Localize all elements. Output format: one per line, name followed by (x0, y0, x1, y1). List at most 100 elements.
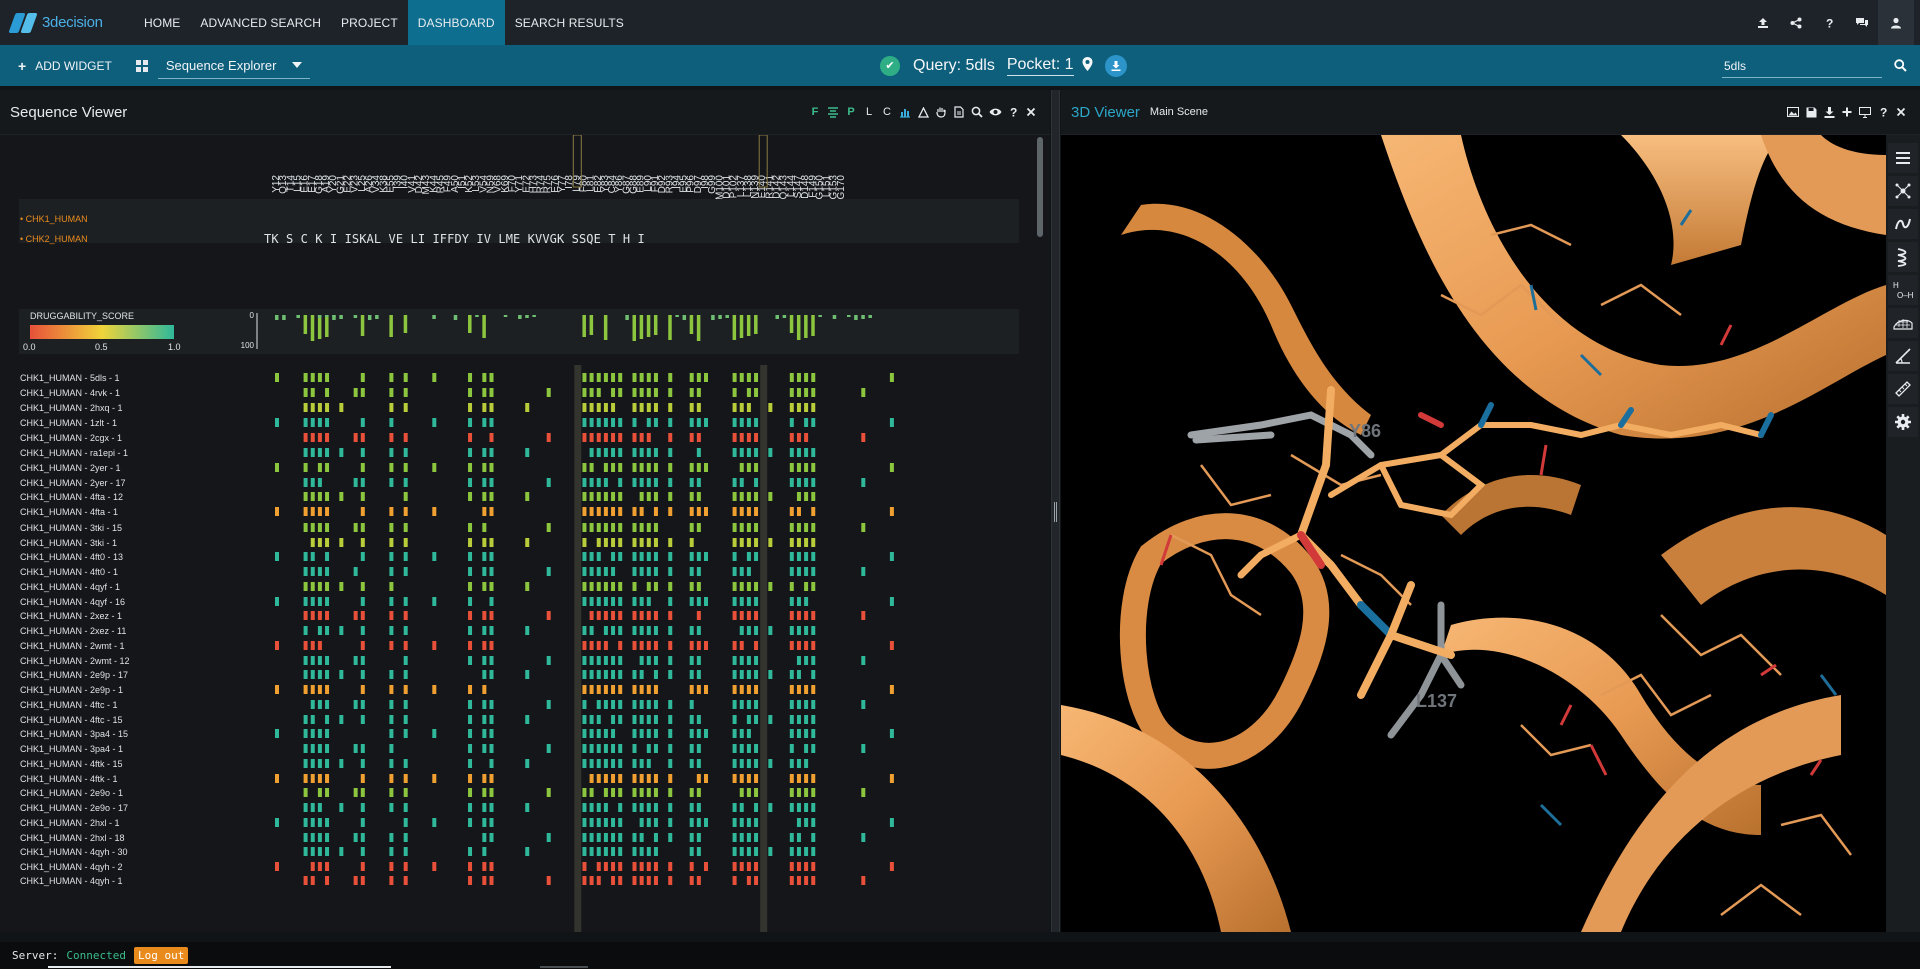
upload-icon[interactable] (1746, 0, 1779, 45)
delta-icon[interactable] (914, 103, 932, 121)
alignment-row-label[interactable]: CHK1_HUMAN - 3tki - 15 (20, 523, 122, 533)
nav-dashboard[interactable]: DASHBOARD (407, 0, 505, 45)
nav-project[interactable]: PROJECT (331, 0, 408, 45)
alignment-row-label[interactable]: CHK1_HUMAN - 2wmt - 1 (20, 641, 125, 651)
alignment-cell (861, 433, 866, 442)
align-center-icon[interactable] (824, 103, 842, 121)
eye-icon[interactable] (986, 103, 1004, 121)
save-icon[interactable] (1802, 103, 1820, 121)
share-icon[interactable] (1779, 0, 1812, 45)
alignment-row-label[interactable]: CHK1_HUMAN - 4qyf - 1 (20, 582, 120, 592)
tool-c[interactable]: C (878, 103, 896, 121)
alignment-row-label[interactable]: CHK1_HUMAN - 2yer - 1 (20, 463, 121, 473)
ruler-icon[interactable] (1888, 374, 1918, 404)
molecule-viewport[interactable]: Y86 L137 H O–H (1061, 135, 1920, 932)
map-pin-icon[interactable] (1082, 57, 1093, 74)
ribbon-icon[interactable] (1888, 209, 1918, 239)
alignment-cell (589, 403, 594, 412)
sequence-alignment-canvas[interactable]: Y12Q13T14L15E16E17G18A19Y20G21E22V23L25A… (0, 135, 1040, 932)
nav-advanced-search[interactable]: ADVANCED SEARCH (190, 0, 331, 45)
alignment-row-label[interactable]: CHK1_HUMAN - 2xez - 11 (20, 626, 126, 636)
alignment-row-label[interactable]: CHK1_HUMAN - 4fta - 1 (20, 507, 118, 517)
bar-chart-icon[interactable] (896, 103, 914, 121)
alignment-row-label[interactable]: CHK1_HUMAN - 4ftk - 15 (20, 759, 123, 769)
close-icon[interactable] (1892, 103, 1910, 121)
download-icon[interactable] (1820, 103, 1838, 121)
alignment-row-label[interactable]: CHK1_HUMAN - 4ft0 - 13 (20, 552, 123, 562)
alignment-row-label[interactable]: CHK1_HUMAN - 2e9p - 17 (20, 670, 128, 680)
alignment-row-label[interactable]: CHK1_HUMAN - 2wmt - 12 (20, 656, 130, 666)
panel-splitter[interactable] (1051, 90, 1060, 932)
tool-l[interactable]: L (860, 103, 878, 121)
logout-button[interactable]: Log out (133, 947, 189, 964)
hand-icon[interactable] (932, 103, 950, 121)
alignment-row-label[interactable]: CHK1_HUMAN - 4ftc - 15 (20, 715, 123, 725)
pocket-selector[interactable]: Pocket: 1 (1006, 56, 1074, 76)
tool-f[interactable]: F (806, 103, 824, 121)
alignment-row-label[interactable]: CHK1_HUMAN - 4qyh - 2 (20, 862, 123, 872)
alignment-row-label[interactable]: CHK1_HUMAN - 5dls - 1 (20, 373, 120, 383)
alignment-row-label[interactable]: CHK1_HUMAN - 2e9o - 17 (20, 803, 128, 813)
alignment-cell (746, 388, 751, 397)
hbond-icon[interactable]: H O–H (1888, 275, 1918, 305)
surface-icon[interactable] (1888, 308, 1918, 338)
alignment-row-label[interactable]: CHK1_HUMAN - 3pa4 - 15 (20, 729, 128, 739)
search-icon[interactable] (1890, 55, 1910, 75)
alignment-row-label[interactable]: CHK1_HUMAN - 4qyh - 1 (20, 876, 123, 886)
zoom-icon[interactable] (968, 103, 986, 121)
alignment-row-label[interactable]: CHK1_HUMAN - 2e9p - 1 (20, 685, 123, 695)
alignment-cell (789, 876, 794, 885)
alignment-row-label[interactable]: CHK1_HUMAN - 2hxl - 18 (20, 833, 125, 843)
settings-icon[interactable] (1888, 407, 1918, 437)
alignment-row-label[interactable]: CHK1_HUMAN - 4ftc - 1 (20, 700, 118, 710)
add-icon[interactable] (1838, 103, 1856, 121)
scene-label[interactable]: Main Scene (1150, 106, 1208, 118)
document-icon[interactable] (950, 103, 968, 121)
alignment-row-label[interactable]: CHK1_HUMAN - 4rvk - 1 (20, 388, 120, 398)
tool-p[interactable]: P (842, 103, 860, 121)
molecule-render[interactable]: Y86 L137 (1061, 135, 1886, 932)
helix-icon[interactable] (1888, 242, 1918, 272)
alignment-row-label[interactable]: CHK1_HUMAN - 2xez - 1 (20, 611, 122, 621)
nav-home[interactable]: HOME (134, 0, 190, 45)
nav-search-results[interactable]: SEARCH RESULTS (505, 0, 634, 45)
layout-dropdown[interactable]: Sequence Explorer (157, 53, 310, 79)
alignment-cell (310, 847, 315, 856)
alignment-row-label[interactable]: CHK1_HUMAN - 4qyf - 16 (20, 597, 125, 607)
monitor-icon[interactable] (1856, 103, 1874, 121)
image-icon[interactable] (1784, 103, 1802, 121)
add-widget-button[interactable]: + ADD WIDGET (18, 58, 112, 74)
network-icon[interactable] (1888, 176, 1918, 206)
structure-search-input[interactable] (1722, 58, 1872, 73)
user-icon[interactable] (1878, 0, 1914, 45)
alignment-row-label[interactable]: CHK1_HUMAN - 2cgx - 1 (20, 433, 122, 443)
vertical-scrollbar[interactable] (1037, 137, 1043, 237)
alignment-row-label[interactable]: CHK1_HUMAN - 1zlt - 1 (20, 418, 117, 428)
alignment-cell (310, 729, 315, 738)
alignment-row-label[interactable]: CHK1_HUMAN - 4ftk - 1 (20, 774, 118, 784)
alignment-row-label[interactable]: CHK1_HUMAN - 4qyh - 30 (20, 847, 128, 857)
app-logo[interactable]: 3decision (0, 0, 128, 45)
alignment-cell (582, 567, 587, 576)
alignment-row-label[interactable]: CHK1_HUMAN - 4fta - 12 (20, 492, 123, 502)
alignment-cell (646, 388, 651, 397)
alignment-row-label[interactable]: CHK1_HUMAN - 3tki - 1 (20, 538, 117, 548)
help-icon[interactable]: ? (1874, 103, 1892, 121)
help-icon[interactable]: ? (1004, 103, 1022, 121)
download-pocket-button[interactable] (1104, 54, 1127, 77)
measure-angle-icon[interactable] (1888, 341, 1918, 371)
close-icon[interactable] (1022, 103, 1040, 121)
alignment-row-label[interactable]: CHK1_HUMAN - 2e9o - 1 (20, 788, 123, 798)
sequence-viewer-body[interactable]: Y12 Q13 T14 L15 E16 E17 G18 A19 Y20 G21 E22 V23 L25 A… (0, 135, 1050, 932)
alignment-row-label[interactable]: CHK1_HUMAN - 4ft0 - 1 (20, 567, 118, 577)
alignment-row-label[interactable]: CHK1_HUMAN - ra1epi - 1 (20, 448, 128, 458)
help-icon[interactable]: ? (1812, 0, 1845, 45)
alignment-row-label[interactable]: CHK1_HUMAN - 3pa4 - 1 (20, 744, 123, 754)
alignment-row-label[interactable]: CHK1_HUMAN - 2hxl - 1 (20, 818, 120, 828)
menu-icon[interactable] (1888, 143, 1918, 173)
alignment-row-label[interactable]: CHK1_HUMAN - 2hxq - 1 (20, 403, 123, 413)
alignment-row-label[interactable]: CHK1_HUMAN - 2yer - 17 (20, 478, 126, 488)
alignment-cell (468, 478, 473, 487)
chat-icon[interactable] (1845, 0, 1878, 45)
residue-header-label[interactable]: G170 (836, 175, 847, 200)
